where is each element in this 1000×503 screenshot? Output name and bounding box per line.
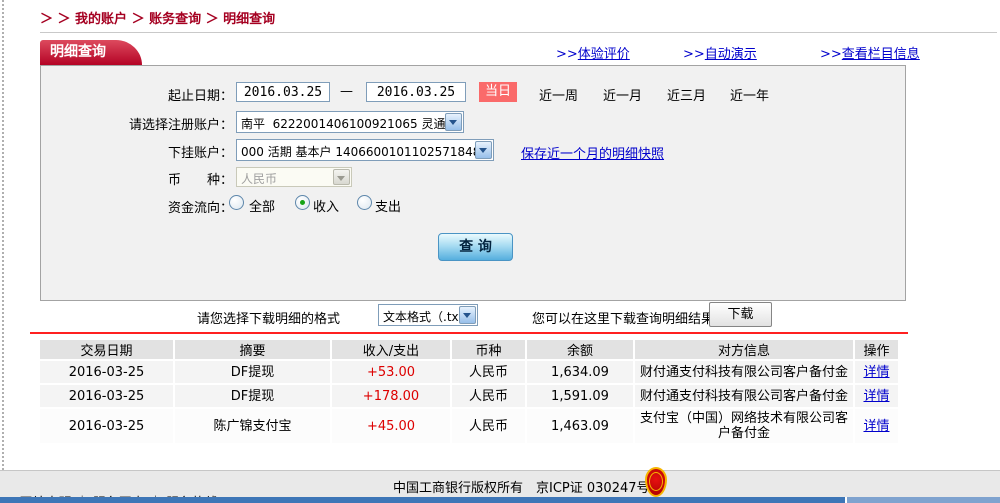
cell-currency: 人民币 — [450, 409, 525, 443]
fund-flow-label: 资金流向： — [41, 197, 233, 216]
register-account-select[interactable]: 南平 6222001406100921065 灵通卡 — [236, 111, 464, 133]
table-row: 2016-03-25 DF提现 +53.00 人民币 1,634.09 财付通支… — [40, 359, 898, 383]
flow-income-label[interactable]: 收入 — [313, 196, 339, 215]
query-button[interactable]: 查 询 — [438, 233, 513, 261]
sub-account-select[interactable]: 000 活期 基本户 1406600101102571848 — [236, 139, 494, 161]
query-form-panel: 起止日期： — 当日 近一周 近一月 近三月 近一年 请选择注册账户： 南平 6… — [40, 65, 906, 301]
cell-action: 详情 — [853, 409, 898, 443]
last-year-filter[interactable]: 近一年 — [730, 85, 769, 104]
last-week-filter[interactable]: 近一周 — [539, 85, 578, 104]
download-hint-text: 您可以在这里下载查询明细结果 — [532, 308, 714, 327]
cell-date: 2016-03-25 — [40, 361, 173, 383]
cell-amount: +53.00 — [330, 361, 450, 383]
header-counterparty: 对方信息 — [633, 340, 853, 359]
link-label: 自动演示 — [705, 47, 757, 62]
download-format-select[interactable]: 文本格式（.txt） — [378, 304, 478, 326]
header-currency: 币种 — [450, 340, 525, 359]
detail-link[interactable]: 详情 — [863, 419, 889, 434]
transaction-table: 交易日期 摘要 收入/支出 币种 余额 对方信息 操作 2016-03-25 D… — [40, 340, 898, 443]
save-snapshot-link[interactable]: 保存近一个月的明细快照 — [521, 143, 664, 162]
detail-link[interactable]: 详情 — [863, 389, 889, 404]
cell-counterparty: 财付通支付科技有限公司客户备付金 — [633, 385, 853, 407]
chevron-down-icon — [333, 169, 350, 185]
auto-demo-link[interactable]: >>自动演示 — [683, 43, 757, 62]
chevron-down-icon[interactable] — [459, 306, 476, 324]
flow-expense-radio[interactable] — [357, 195, 372, 210]
header-action: 操作 — [853, 340, 898, 359]
cell-balance: 1,463.09 — [525, 409, 633, 443]
copyright-text: 中国工商银行版权所有 京ICP证 030247号 — [393, 477, 650, 496]
date-range-label: 起止日期： — [41, 85, 233, 104]
cell-currency: 人民币 — [450, 385, 525, 407]
cell-amount: +45.00 — [330, 409, 450, 443]
link-label: 体验评价 — [578, 47, 630, 62]
tab-detail-query: 明细查询 — [40, 40, 116, 65]
cell-counterparty: 支付宝（中国）网络技术有限公司客户备付金 — [633, 409, 853, 443]
cell-summary: DF提现 — [173, 385, 330, 407]
last-month-filter[interactable]: 近一月 — [603, 85, 642, 104]
cell-action: 详情 — [853, 361, 898, 383]
cell-currency: 人民币 — [450, 361, 525, 383]
table-row: 2016-03-25 DF提现 +178.00 人民币 1,591.09 财付通… — [40, 383, 898, 407]
cell-date: 2016-03-25 — [40, 385, 173, 407]
link-prefix: >> — [820, 47, 842, 62]
breadcrumb: ＞ ＞ 我的账户 ＞ 账务查询 ＞ 明细查询 — [40, 8, 275, 27]
breadcrumb-divider — [40, 32, 997, 33]
detail-link[interactable]: 详情 — [863, 365, 889, 380]
left-dotted-divider — [2, 0, 4, 470]
cell-summary: DF提现 — [173, 361, 330, 383]
chevron-down-icon[interactable] — [475, 141, 492, 159]
cell-summary: 陈广锦支付宝 — [173, 409, 330, 443]
today-filter-button[interactable]: 当日 — [479, 82, 517, 102]
footer-blue-bar — [0, 497, 845, 503]
flow-all-label[interactable]: 全部 — [249, 196, 275, 215]
currency-value: 人民币 — [241, 170, 277, 187]
transaction-detail-query-page: ＞ ＞ 我的账户 ＞ 账务查询 ＞ 明细查询 明细查询 >>体验评价 >>自动演… — [0, 0, 1000, 503]
cell-counterparty: 财付通支付科技有限公司客户备付金 — [633, 361, 853, 383]
cell-action: 详情 — [853, 385, 898, 407]
download-button[interactable]: 下载 — [709, 302, 772, 327]
section-divider-red — [30, 332, 908, 334]
last-quarter-filter[interactable]: 近三月 — [667, 85, 706, 104]
cell-balance: 1,634.09 — [525, 361, 633, 383]
cell-date: 2016-03-25 — [40, 409, 173, 443]
footer-blue-bar-right — [847, 497, 1000, 503]
flow-all-radio[interactable] — [229, 195, 244, 210]
register-account-value: 南平 6222001406100921065 灵通卡 — [241, 115, 458, 132]
date-from-input[interactable] — [236, 82, 330, 102]
cell-balance: 1,591.09 — [525, 385, 633, 407]
header-balance: 余额 — [525, 340, 633, 359]
sub-account-label: 下挂账户： — [41, 142, 233, 161]
sub-account-value: 000 活期 基本户 1406600101102571848 — [241, 143, 480, 160]
header-summary: 摘要 — [173, 340, 330, 359]
register-account-label: 请选择注册账户： — [41, 114, 233, 133]
currency-label: 币 种： — [41, 169, 233, 188]
header-amount: 收入/支出 — [330, 340, 450, 359]
link-prefix: >> — [683, 47, 705, 62]
link-prefix: >> — [556, 47, 578, 62]
table-header-row: 交易日期 摘要 收入/支出 币种 余额 对方信息 操作 — [40, 340, 898, 359]
table-row: 2016-03-25 陈广锦支付宝 +45.00 人民币 1,463.09 支付… — [40, 407, 898, 443]
experience-review-link[interactable]: >>体验评价 — [556, 43, 630, 62]
download-format-label: 请您选择下载明细的格式 — [197, 308, 340, 327]
cell-amount: +178.00 — [330, 385, 450, 407]
flow-expense-label[interactable]: 支出 — [375, 196, 401, 215]
flow-income-radio[interactable] — [295, 195, 310, 210]
header-date: 交易日期 — [40, 340, 173, 359]
date-to-input[interactable] — [366, 82, 466, 102]
view-column-info-link[interactable]: >>查看栏目信息 — [820, 43, 920, 62]
date-range-separator: — — [340, 84, 353, 99]
currency-select-disabled: 人民币 — [236, 167, 352, 187]
link-label: 查看栏目信息 — [842, 47, 920, 62]
chevron-down-icon[interactable] — [445, 113, 462, 131]
